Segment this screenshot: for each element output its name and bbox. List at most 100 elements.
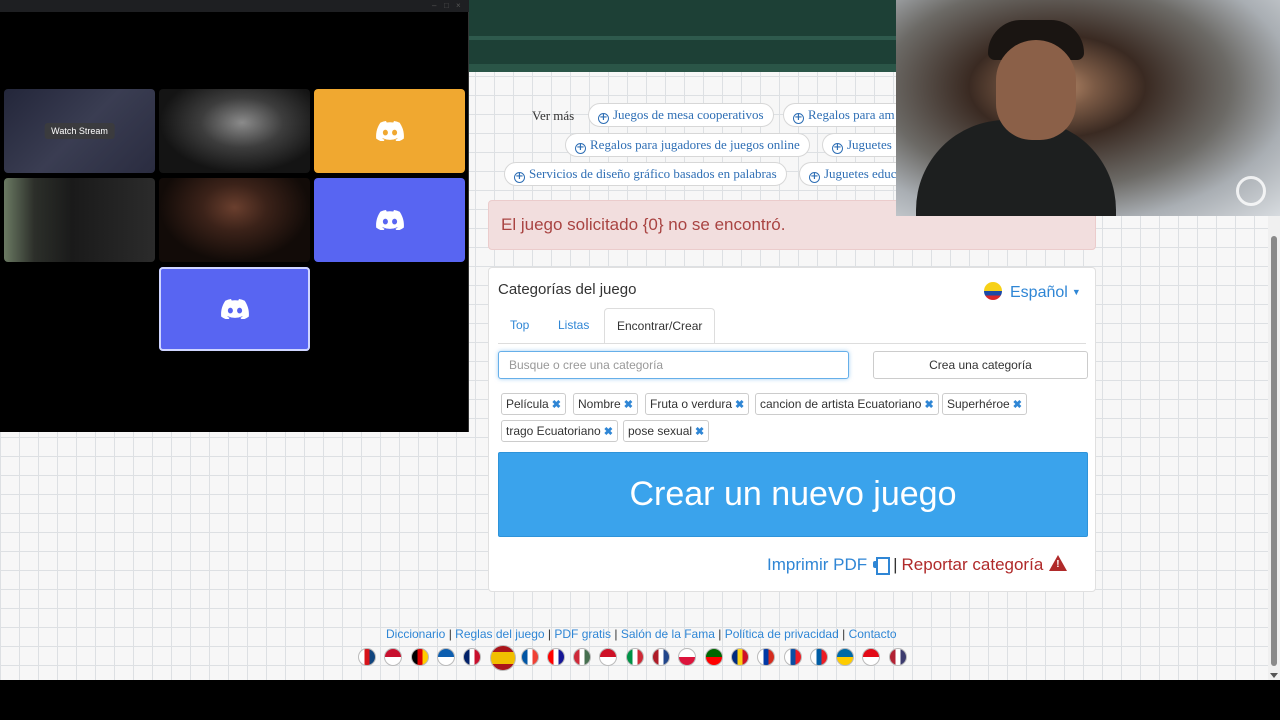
participant-avatar-tile[interactable] bbox=[159, 267, 310, 351]
webcam-person-head bbox=[996, 40, 1076, 140]
category-tag: trago Ecuatoriano ✖ bbox=[501, 420, 618, 442]
suggestion-pill-educational-toys[interactable]: + Juguetes educ bbox=[799, 162, 896, 186]
watermark-icon bbox=[1236, 176, 1266, 206]
footer-link-rules[interactable]: Reglas del juego bbox=[455, 627, 544, 641]
france-flag-icon[interactable] bbox=[520, 648, 539, 666]
denmark-flag-icon[interactable] bbox=[384, 648, 403, 666]
spain-flag-icon[interactable] bbox=[489, 645, 516, 671]
poland-flag-icon[interactable] bbox=[678, 648, 697, 666]
portugal-flag-icon[interactable] bbox=[704, 648, 723, 666]
plus-circle-icon: + bbox=[793, 112, 804, 124]
remove-tag-icon[interactable]: ✖ bbox=[552, 399, 561, 411]
footer-link-privacy[interactable]: Política de privacidad bbox=[725, 627, 839, 641]
discord-call-window: – □ × Watch Stream bbox=[0, 0, 469, 432]
croatia-flag-icon[interactable] bbox=[546, 648, 565, 666]
slovenia-flag-icon[interactable] bbox=[809, 648, 828, 666]
webcam-overlay bbox=[896, 0, 1280, 216]
close-icon[interactable]: × bbox=[456, 2, 464, 10]
plus-circle-icon: + bbox=[598, 112, 609, 124]
minimize-icon[interactable]: – bbox=[432, 2, 440, 10]
germany-flag-icon[interactable] bbox=[410, 648, 429, 666]
see-more-label[interactable]: Ver más bbox=[532, 108, 574, 124]
category-tag: Película ✖ bbox=[501, 393, 566, 415]
netherlands-flag-icon[interactable] bbox=[652, 648, 670, 666]
footer-links: Diccionario | Reglas del juego | PDF gra… bbox=[386, 627, 897, 641]
turkey-flag-icon[interactable] bbox=[862, 648, 881, 666]
romania-flag-icon[interactable] bbox=[730, 648, 749, 666]
slovakia-flag-icon[interactable] bbox=[783, 648, 802, 666]
suggestion-pill-graphic-design[interactable]: + Servicios de diseño gráfico basados en … bbox=[504, 162, 787, 186]
language-label: Español bbox=[1010, 284, 1068, 301]
site-navbar bbox=[469, 0, 896, 72]
category-tag: Fruta o verdura ✖ bbox=[645, 393, 750, 415]
footer-link-hall-of-fame[interactable]: Salón de la Fama bbox=[621, 627, 715, 641]
ecuador-flag-icon bbox=[984, 282, 1002, 300]
game-categories-panel: Categorías del juego Español ▼ Top Listas… bbox=[488, 267, 1096, 592]
sweden-flag-icon[interactable] bbox=[836, 648, 855, 666]
language-dropdown[interactable]: Español ▼ bbox=[984, 282, 1081, 302]
warning-icon: ! bbox=[1049, 555, 1068, 571]
czech-flag-icon[interactable] bbox=[358, 648, 376, 666]
participant-video-tile[interactable] bbox=[159, 89, 310, 173]
remove-tag-icon[interactable]: ✖ bbox=[624, 399, 633, 411]
suggestion-pill-online-gifts[interactable]: + Regalos para jugadores de juegos online bbox=[565, 133, 810, 157]
footer-link-contact[interactable]: Contacto bbox=[849, 627, 897, 641]
category-tag: Superhéroe ✖ bbox=[942, 393, 1027, 415]
participant-video-tile[interactable] bbox=[159, 178, 310, 262]
alert-message: El juego solicitado {0} no se encontró. bbox=[501, 215, 786, 234]
plus-circle-icon: + bbox=[514, 171, 525, 183]
indonesia-flag-icon[interactable] bbox=[599, 648, 618, 666]
suggestion-pill-toys[interactable]: + Juguetes bbox=[822, 133, 896, 157]
participant-avatar-tile[interactable] bbox=[314, 178, 465, 262]
watch-stream-button[interactable]: Watch Stream bbox=[44, 123, 115, 139]
stream-tile[interactable]: Watch Stream bbox=[4, 89, 155, 173]
actions-separator: | bbox=[893, 555, 898, 574]
hungary-flag-icon[interactable] bbox=[573, 648, 592, 666]
discord-logo-icon bbox=[375, 210, 404, 230]
category-search-input[interactable] bbox=[498, 351, 849, 379]
tab-find-create[interactable]: Encontrar/Crear bbox=[604, 308, 716, 344]
scroll-thumb[interactable] bbox=[1271, 236, 1277, 666]
create-category-button[interactable]: Crea una categoría bbox=[873, 351, 1088, 379]
suggestion-pill-gifts[interactable]: + Regalos para am bbox=[783, 103, 896, 127]
discord-logo-icon bbox=[220, 299, 249, 319]
bottom-black-bar bbox=[0, 680, 1280, 720]
remove-tag-icon[interactable]: ✖ bbox=[604, 426, 613, 438]
uk-flag-icon[interactable] bbox=[463, 648, 482, 666]
printer-icon bbox=[873, 557, 891, 575]
discord-logo-icon bbox=[375, 121, 404, 141]
category-tag: cancion de artista Ecuatoriano ✖ bbox=[755, 393, 939, 415]
caret-down-icon: ▼ bbox=[1071, 287, 1081, 297]
tab-top[interactable]: Top bbox=[498, 308, 541, 344]
category-tag: Nombre ✖ bbox=[573, 393, 638, 415]
scroll-down-arrow-icon[interactable] bbox=[1270, 673, 1278, 678]
footer-link-free-pdf[interactable]: PDF gratis bbox=[554, 627, 611, 641]
maximize-icon[interactable]: □ bbox=[444, 2, 452, 10]
tab-lists[interactable]: Listas bbox=[546, 308, 601, 344]
usa-flag-icon[interactable] bbox=[888, 648, 907, 666]
greece-flag-icon[interactable] bbox=[436, 648, 455, 666]
italy-flag-icon[interactable] bbox=[625, 648, 644, 666]
plus-circle-icon: + bbox=[809, 171, 820, 183]
panel-title: Categorías del juego bbox=[498, 281, 637, 298]
plus-circle-icon: + bbox=[575, 142, 586, 154]
discord-titlebar: – □ × bbox=[0, 0, 469, 12]
remove-tag-icon[interactable]: ✖ bbox=[695, 426, 704, 438]
category-tag: pose sexual ✖ bbox=[623, 420, 710, 442]
tabs-divider bbox=[498, 343, 1086, 344]
navbar-stripe bbox=[469, 36, 896, 40]
panel-actions: Imprimir PDF | Reportar categoría! bbox=[767, 555, 1068, 575]
create-new-game-button[interactable]: Crear un nuevo juego bbox=[498, 452, 1088, 537]
participant-avatar-tile[interactable] bbox=[314, 89, 465, 173]
suggestion-pill-cooperative[interactable]: + Juegos de mesa cooperativos bbox=[588, 103, 774, 127]
remove-tag-icon[interactable]: ✖ bbox=[735, 399, 744, 411]
russia-flag-icon[interactable] bbox=[757, 648, 776, 666]
report-category-link[interactable]: Reportar categoría! bbox=[902, 555, 1068, 574]
participant-video-tile[interactable] bbox=[4, 178, 155, 262]
navbar-stripe-bottom bbox=[469, 64, 896, 72]
remove-tag-icon[interactable]: ✖ bbox=[1013, 399, 1022, 411]
print-pdf-link[interactable]: Imprimir PDF bbox=[767, 555, 891, 575]
remove-tag-icon[interactable]: ✖ bbox=[924, 399, 933, 411]
footer-link-dictionary[interactable]: Diccionario bbox=[386, 627, 445, 641]
page-scrollbar[interactable] bbox=[1268, 216, 1280, 680]
